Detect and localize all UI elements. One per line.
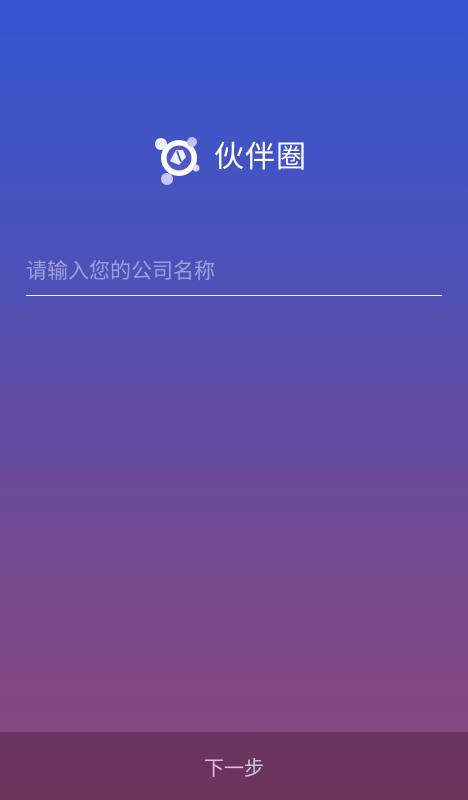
company-name-field[interactable]: [26, 246, 442, 296]
app-logo: 伙伴圈: [150, 130, 320, 186]
next-step-button[interactable]: 下一步: [0, 732, 468, 800]
company-name-input[interactable]: [26, 246, 442, 295]
app-name: 伙伴圈: [214, 140, 307, 175]
people-circle-logo-icon: [155, 137, 200, 185]
